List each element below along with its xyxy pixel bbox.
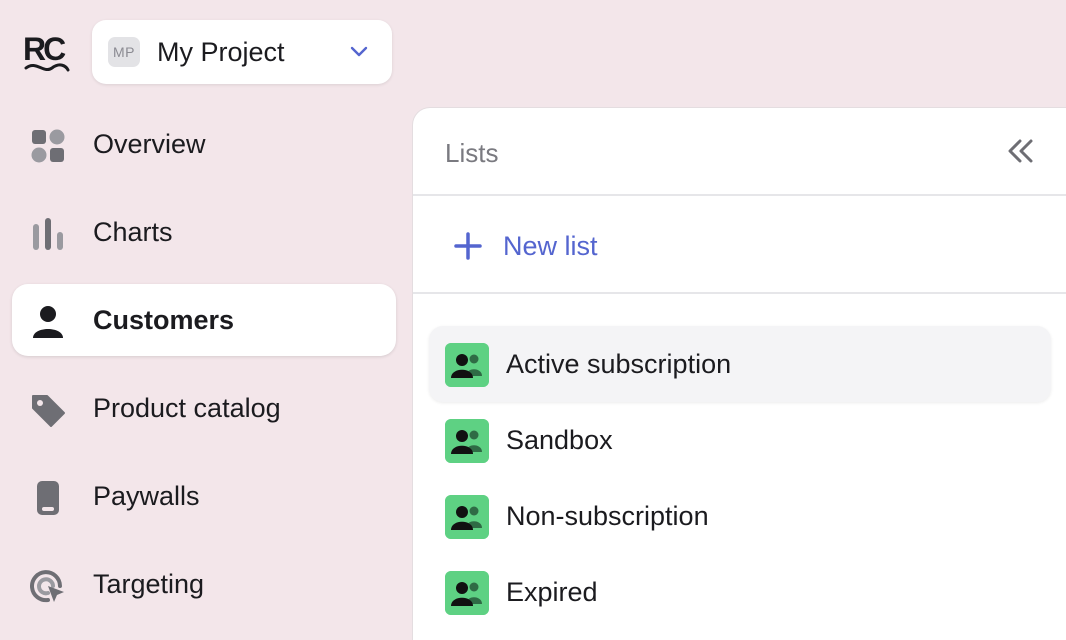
collapse-panel-icon[interactable] <box>1003 136 1039 166</box>
sidebar-item-label: Overview <box>93 129 206 159</box>
project-selector[interactable]: MP My Project <box>92 20 392 84</box>
new-list-button[interactable]: New list <box>453 226 598 266</box>
sidebar-item-overview[interactable]: Overview <box>12 108 396 180</box>
users-icon <box>445 343 489 387</box>
panel-title: Lists <box>445 138 499 168</box>
chevron-down-icon <box>350 46 368 57</box>
target-cursor-icon <box>30 570 64 603</box>
tag-icon <box>32 395 65 427</box>
list-item-label: Non-subscription <box>506 501 709 531</box>
sidebar-item-targeting[interactable]: Targeting <box>12 548 396 620</box>
sidebar-item-product-catalog[interactable]: Product catalog <box>12 372 396 444</box>
users-icon <box>445 419 489 463</box>
person-icon <box>33 306 63 338</box>
plus-icon <box>454 232 482 260</box>
sidebar-item-label: Product catalog <box>93 393 281 423</box>
list-item-label: Expired <box>506 577 598 607</box>
phone-icon <box>37 481 59 515</box>
svg-text:RC: RC <box>23 31 66 67</box>
list-item-label: Active subscription <box>506 349 732 379</box>
grid-icon <box>31 129 65 163</box>
users-icon <box>445 571 489 615</box>
sidebar-item-label: Paywalls <box>93 481 200 511</box>
list-item-non-subscription[interactable]: Non-subscription <box>429 478 1051 554</box>
sidebar-item-label: Charts <box>93 217 173 247</box>
sidebar-item-charts[interactable]: Charts <box>12 196 396 268</box>
project-avatar: MP <box>108 37 140 67</box>
sidebar-item-customers[interactable]: Customers <box>12 284 396 356</box>
list-item-label: Sandbox <box>506 425 613 455</box>
list-item-sandbox[interactable]: Sandbox <box>429 402 1051 478</box>
chart-bars-icon <box>33 218 63 250</box>
sidebar-item-label: Customers <box>93 305 235 335</box>
sidebar-item-label: Targeting <box>93 569 205 599</box>
divider <box>413 292 1066 294</box>
lists-panel: Lists New list Active subscription Sandb… <box>412 107 1066 640</box>
list-item-active-subscription[interactable]: Active subscription <box>429 326 1051 402</box>
sidebar-item-paywalls[interactable]: Paywalls <box>12 460 396 532</box>
new-list-label: New list <box>503 230 598 261</box>
revenuecat-logo-icon[interactable]: RC <box>22 30 70 76</box>
list-item-expired[interactable]: Expired <box>429 554 1051 630</box>
app-root: RC MP My Project Overview Charts Custome… <box>0 0 1066 640</box>
divider <box>413 194 1066 196</box>
project-name: My Project <box>157 37 285 67</box>
users-icon <box>445 495 489 539</box>
